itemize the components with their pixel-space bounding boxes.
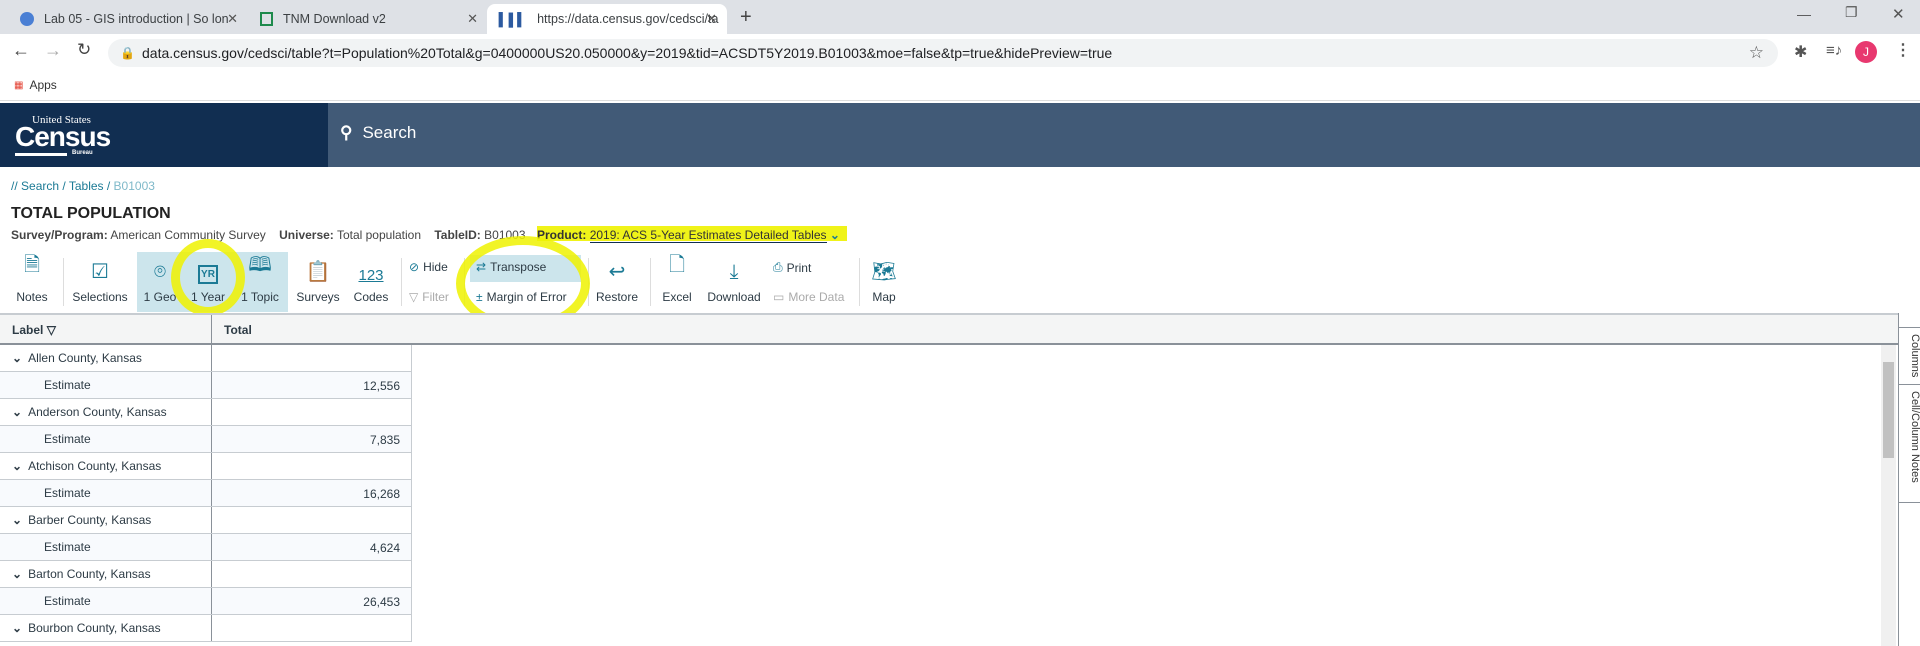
estimate-value: 12,556 bbox=[212, 372, 412, 398]
map-pin-icon: ⌾ bbox=[154, 261, 166, 283]
map-button[interactable]: 🗺 Map bbox=[866, 258, 902, 312]
county-row[interactable]: ⌄ Barber County, Kansas bbox=[0, 507, 412, 534]
filter-icon: ▽ bbox=[46, 323, 56, 337]
media-control-icon[interactable]: ≡♪ bbox=[1826, 42, 1842, 59]
table-meta: Survey/Program: American Community Surve… bbox=[11, 228, 526, 242]
new-tab-button[interactable]: + bbox=[740, 6, 752, 29]
print-icon: ⎙ bbox=[773, 260, 783, 274]
bookmark-star-icon[interactable]: ☆ bbox=[1749, 43, 1764, 63]
estimate-row: Estimate 4,624 bbox=[0, 534, 412, 561]
highlight-circle-year bbox=[171, 239, 245, 316]
codes-button[interactable]: 123 Codes bbox=[350, 258, 392, 312]
product-selector[interactable]: Product: 2019: ACS 5-Year Estimates Deta… bbox=[537, 228, 840, 243]
tab-tnm[interactable]: TNM Download v2 ✕ bbox=[248, 4, 488, 34]
county-row[interactable]: ⌄ Anderson County, Kansas bbox=[0, 399, 412, 426]
book-icon: 🕮 bbox=[248, 254, 272, 276]
selections-button[interactable]: ☑ Selections bbox=[70, 258, 130, 312]
extensions-icon[interactable]: ✱ bbox=[1794, 42, 1807, 62]
lock-icon: 🔒 bbox=[120, 46, 135, 60]
url-input[interactable]: 🔒 data.census.gov/cedsci/table?t=Populati… bbox=[108, 39, 1778, 67]
columns-panel-tab[interactable]: Columns bbox=[1899, 327, 1920, 385]
census-header: United States Census Bureau ⚲ Search bbox=[0, 103, 1920, 167]
tnm-icon bbox=[260, 12, 273, 26]
excel-file-icon: 🗋 bbox=[668, 254, 686, 276]
breadcrumb: // Search / Tables / B01003 bbox=[11, 179, 155, 193]
close-tab-icon[interactable]: ✕ bbox=[227, 11, 238, 27]
scrollbar-thumb[interactable] bbox=[1883, 362, 1894, 458]
codes-icon: 123 bbox=[358, 267, 384, 284]
chevron-down-icon[interactable]: ⌄ bbox=[12, 513, 22, 527]
print-button[interactable]: ⎙ Print bbox=[773, 260, 811, 275]
estimate-value: 4,624 bbox=[212, 534, 412, 560]
download-button[interactable]: ⤓ Download bbox=[706, 258, 762, 312]
cell-column-notes-tab[interactable]: Cell/Column Notes bbox=[1899, 385, 1920, 503]
estimate-row: Estimate 16,268 bbox=[0, 480, 412, 507]
back-button[interactable]: ← bbox=[12, 40, 30, 61]
checkbox-icon: ☑ bbox=[91, 261, 109, 283]
chevron-down-icon[interactable]: ⌄ bbox=[12, 621, 22, 635]
close-tab-icon[interactable]: ✕ bbox=[467, 11, 478, 27]
ftp-icon: ▭ bbox=[773, 290, 785, 304]
county-row[interactable]: ⌄ Atchison County, Kansas bbox=[0, 453, 412, 480]
county-row[interactable]: ⌄ Bourbon County, Kansas bbox=[0, 615, 412, 642]
browser-tab-bar: Lab 05 - GIS introduction | So lon ✕ TNM … bbox=[0, 0, 1920, 34]
clipboard-icon: 📋 bbox=[305, 261, 331, 283]
search-icon: ⚲ bbox=[340, 123, 353, 142]
profile-avatar[interactable]: J bbox=[1855, 41, 1877, 63]
excel-button[interactable]: 🗋 Excel bbox=[657, 254, 697, 312]
minimize-button[interactable]: — bbox=[1797, 6, 1811, 22]
vertical-scrollbar[interactable] bbox=[1881, 345, 1896, 646]
close-window-button[interactable]: ✕ bbox=[1892, 5, 1905, 23]
census-logo[interactable]: United States Census Bureau bbox=[0, 103, 328, 167]
restore-window-button[interactable]: ❐ bbox=[1845, 4, 1858, 21]
estimate-value: 16,268 bbox=[212, 480, 412, 506]
restore-button[interactable]: ↩ Restore bbox=[595, 258, 639, 312]
menu-icon[interactable]: ⋮ bbox=[1895, 40, 1911, 60]
filter-icon: ▽ bbox=[409, 290, 419, 304]
chevron-down-icon[interactable]: ⌄ bbox=[12, 405, 22, 419]
estimate-row: Estimate 12,556 bbox=[0, 372, 412, 399]
chevron-down-icon[interactable]: ⌄ bbox=[12, 567, 22, 581]
estimate-value: 7,835 bbox=[212, 426, 412, 452]
restore-icon: ↩ bbox=[608, 261, 626, 283]
apps-grid-icon: ▦ bbox=[14, 79, 24, 91]
forward-button[interactable]: → bbox=[44, 40, 62, 61]
docs-icon bbox=[20, 12, 34, 26]
surveys-button[interactable]: 📋 Surveys bbox=[294, 258, 342, 312]
download-icon: ⤓ bbox=[729, 261, 739, 283]
side-panel: Columns Cell/Column Notes bbox=[1898, 313, 1920, 646]
close-tab-icon[interactable]: ✕ bbox=[706, 11, 717, 27]
address-bar-row: ← → ↻ 🔒 data.census.gov/cedsci/table?t=Po… bbox=[0, 34, 1920, 71]
estimate-row: Estimate 7,835 bbox=[0, 426, 412, 453]
more-data-button[interactable]: ▭ More Data bbox=[773, 290, 844, 304]
breadcrumb-tables[interactable]: Tables bbox=[69, 179, 104, 193]
eye-slash-icon: ⊘ bbox=[409, 260, 420, 274]
map-icon: 🗺 bbox=[871, 261, 897, 283]
chevron-down-icon[interactable]: ⌄ bbox=[12, 459, 22, 473]
tab-lab05[interactable]: Lab 05 - GIS introduction | So lon ✕ bbox=[8, 4, 248, 34]
breadcrumb-search[interactable]: Search bbox=[21, 179, 59, 193]
county-row[interactable]: ⌄ Allen County, Kansas bbox=[0, 345, 412, 372]
reload-button[interactable]: ↻ bbox=[77, 40, 91, 60]
chevron-down-icon: ⌄ bbox=[829, 228, 840, 242]
notes-button[interactable]: 🗎 Notes bbox=[10, 254, 54, 312]
apps-bookmark[interactable]: ▦ Apps bbox=[14, 78, 57, 92]
chevron-down-icon[interactable]: ⌄ bbox=[12, 351, 22, 365]
hide-button[interactable]: ⊘ Hide bbox=[409, 260, 448, 274]
grid-header: Label ▽ Total bbox=[0, 313, 1899, 345]
county-row[interactable]: ⌄ Barton County, Kansas bbox=[0, 561, 412, 588]
total-column-header[interactable]: Total bbox=[224, 323, 252, 337]
tab-census[interactable]: ▍▌▍ https://data.census.gov/cedsci/ta ✕ bbox=[487, 4, 727, 34]
notes-icon: 🗎 bbox=[23, 254, 41, 276]
label-column-header[interactable]: Label ▽ bbox=[12, 323, 56, 337]
bookmarks-bar: ▦ Apps bbox=[0, 71, 1920, 101]
filter-button[interactable]: ▽ Filter bbox=[409, 290, 449, 304]
estimate-value: 26,453 bbox=[212, 588, 412, 614]
page-title: TOTAL POPULATION bbox=[11, 205, 171, 222]
search-button[interactable]: ⚲ Search bbox=[340, 123, 416, 143]
estimate-row: Estimate 26,453 bbox=[0, 588, 412, 615]
census-chart-icon: ▍▌▍ bbox=[499, 12, 528, 27]
